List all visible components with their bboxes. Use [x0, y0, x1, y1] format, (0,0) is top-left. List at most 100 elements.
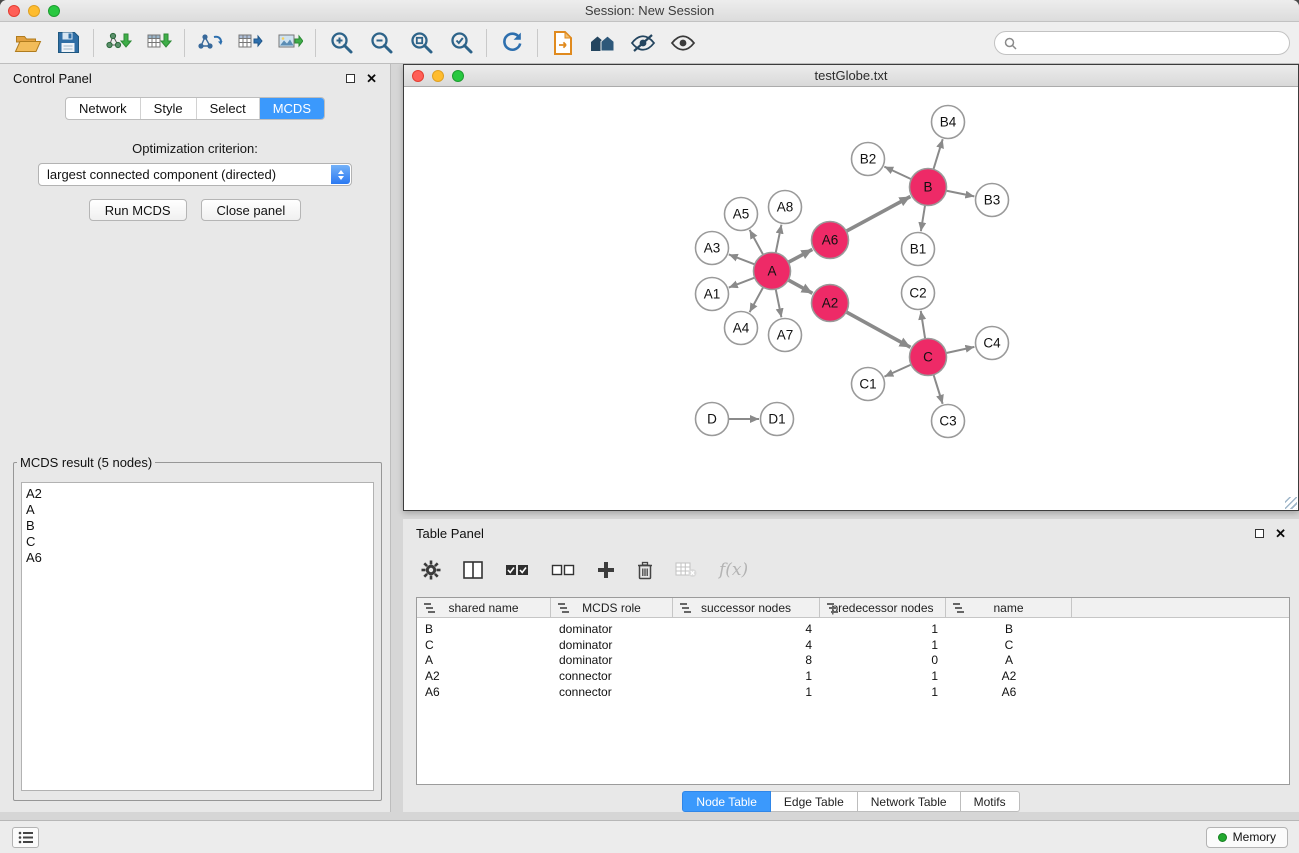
import-network-file-button[interactable] [99, 26, 139, 60]
mcds-result-item[interactable]: A2 [26, 486, 369, 502]
graph-node-B1[interactable]: B1 [902, 233, 935, 266]
network-canvas[interactable]: B4 B2 B B3 A8 A5 A6 A3 B1 A C2 A1 A2 A4 A7 C4 C C1 D D1 C3 [404, 88, 1298, 510]
graph-node-D1[interactable]: D1 [761, 403, 794, 436]
import-table-icon [146, 31, 172, 55]
column-header-predecessor-nodes[interactable]: predecessor nodes [820, 598, 946, 617]
function-builder-button[interactable]: f(x) [719, 560, 748, 580]
show-columns-button[interactable] [463, 561, 483, 579]
svg-text:A5: A5 [733, 207, 750, 222]
tab-motifs[interactable]: Motifs [961, 791, 1020, 812]
show-graphics-details-button[interactable] [663, 26, 703, 60]
mcds-result-item[interactable]: A [26, 502, 369, 518]
graph-node-B3[interactable]: B3 [976, 184, 1009, 217]
graph-node-A2[interactable]: A2 [812, 285, 849, 322]
column-header-successor-nodes[interactable]: successor nodes [673, 598, 820, 617]
delete-column-button[interactable] [637, 561, 653, 580]
delete-table-button[interactable] [675, 562, 697, 578]
mcds-result-item[interactable]: C [26, 534, 369, 550]
graph-node-B4[interactable]: B4 [932, 106, 965, 139]
search-input[interactable] [1022, 36, 1280, 51]
export-image-button[interactable] [270, 26, 310, 60]
zoom-in-button[interactable] [321, 26, 361, 60]
tab-style[interactable]: Style [141, 98, 197, 119]
float-table-panel-icon[interactable] [1255, 529, 1264, 538]
graph-node-A5[interactable]: A5 [725, 198, 758, 231]
control-panel: Control Panel ✕ NetworkStyleSelectMCDS O… [0, 64, 391, 812]
graph-node-A7[interactable]: A7 [769, 319, 802, 352]
table-row[interactable]: Adominator80A [417, 653, 1289, 669]
session-document-icon [551, 30, 575, 56]
mcds-result-item[interactable]: B [26, 518, 369, 534]
graph-node-A4[interactable]: A4 [725, 312, 758, 345]
search-box[interactable] [994, 31, 1290, 55]
graph-node-B[interactable]: B [910, 169, 947, 206]
close-table-panel-icon[interactable]: ✕ [1275, 527, 1286, 540]
save-session-button[interactable] [48, 26, 88, 60]
table-settings-button[interactable] [421, 560, 441, 580]
graph-node-C3[interactable]: C3 [932, 405, 965, 438]
hide-graphics-details-button[interactable] [623, 26, 663, 60]
zoom-selected-button[interactable] [441, 26, 481, 60]
graph-node-C2[interactable]: C2 [902, 277, 935, 310]
memory-button[interactable]: Memory [1206, 827, 1288, 848]
mcds-result-list[interactable]: A2ABCA6 [21, 482, 374, 791]
svg-text:D: D [707, 412, 717, 427]
table-cell: C [417, 638, 551, 652]
table-row[interactable]: Bdominator41B [417, 621, 1289, 637]
tab-edge-table[interactable]: Edge Table [771, 791, 858, 812]
mcds-result-item[interactable]: A6 [26, 550, 369, 566]
graph-node-A[interactable]: A [754, 253, 791, 290]
table-body: Bdominator41BCdominator41CAdominator80AA… [417, 618, 1289, 700]
graph-node-A6[interactable]: A6 [812, 222, 849, 259]
eye-icon [670, 32, 696, 54]
status-list-button[interactable] [12, 827, 39, 848]
refresh-icon [499, 30, 525, 56]
run-mcds-button[interactable]: Run MCDS [89, 199, 187, 221]
graph-node-A8[interactable]: A8 [769, 191, 802, 224]
graph-node-A3[interactable]: A3 [696, 232, 729, 265]
zoom-out-button[interactable] [361, 26, 401, 60]
graph-node-C4[interactable]: C4 [976, 327, 1009, 360]
graph-node-D[interactable]: D [696, 403, 729, 436]
tab-network-table[interactable]: Network Table [858, 791, 961, 812]
refresh-view-button[interactable] [492, 26, 532, 60]
graph-node-A1[interactable]: A1 [696, 278, 729, 311]
tab-node-table[interactable]: Node Table [682, 791, 771, 812]
combo-arrows-icon [331, 165, 350, 184]
import-table-file-button[interactable] [139, 26, 179, 60]
tab-mcds[interactable]: MCDS [260, 98, 324, 119]
column-header-shared-name[interactable]: shared name [417, 598, 551, 617]
tab-network[interactable]: Network [66, 98, 141, 119]
criterion-select[interactable]: largest connected component (directed) [38, 163, 352, 186]
tab-select[interactable]: Select [197, 98, 260, 119]
new-table-button[interactable] [230, 26, 270, 60]
svg-text:C4: C4 [983, 336, 1001, 351]
open-folder-icon [14, 31, 42, 55]
control-tabs: NetworkStyleSelectMCDS [65, 97, 325, 120]
add-column-button[interactable] [597, 561, 615, 579]
open-session-button[interactable] [543, 26, 583, 60]
resize-grip[interactable] [1285, 497, 1297, 509]
network-graph[interactable]: B4 B2 B B3 A8 A5 A6 A3 B1 A C2 A1 A2 A4 A7 C4 C C1 D D1 C3 [404, 88, 1298, 510]
table-header: shared nameMCDS rolesuccessor nodesprede… [417, 598, 1289, 618]
table-cell: C [946, 638, 1072, 652]
graph-node-C[interactable]: C [910, 339, 947, 376]
table-row[interactable]: Cdominator41C [417, 637, 1289, 653]
home-view-button[interactable] [583, 26, 623, 60]
table-row[interactable]: A2connector11A2 [417, 668, 1289, 684]
new-network-button[interactable] [190, 26, 230, 60]
graph-node-B2[interactable]: B2 [852, 143, 885, 176]
close-panel-icon[interactable]: ✕ [366, 72, 377, 85]
float-panel-icon[interactable] [346, 74, 355, 83]
deselect-all-button[interactable] [551, 563, 575, 577]
open-file-button[interactable] [8, 26, 48, 60]
table-cell: B [417, 622, 551, 636]
table-row[interactable]: A6connector11A6 [417, 684, 1289, 700]
zoom-fit-button[interactable] [401, 26, 441, 60]
close-panel-button[interactable]: Close panel [201, 199, 302, 221]
column-header-name[interactable]: name [946, 598, 1072, 617]
svg-text:A4: A4 [733, 321, 750, 336]
graph-node-C1[interactable]: C1 [852, 368, 885, 401]
column-header-MCDS-role[interactable]: MCDS role [551, 598, 673, 617]
select-all-button[interactable] [505, 563, 529, 577]
